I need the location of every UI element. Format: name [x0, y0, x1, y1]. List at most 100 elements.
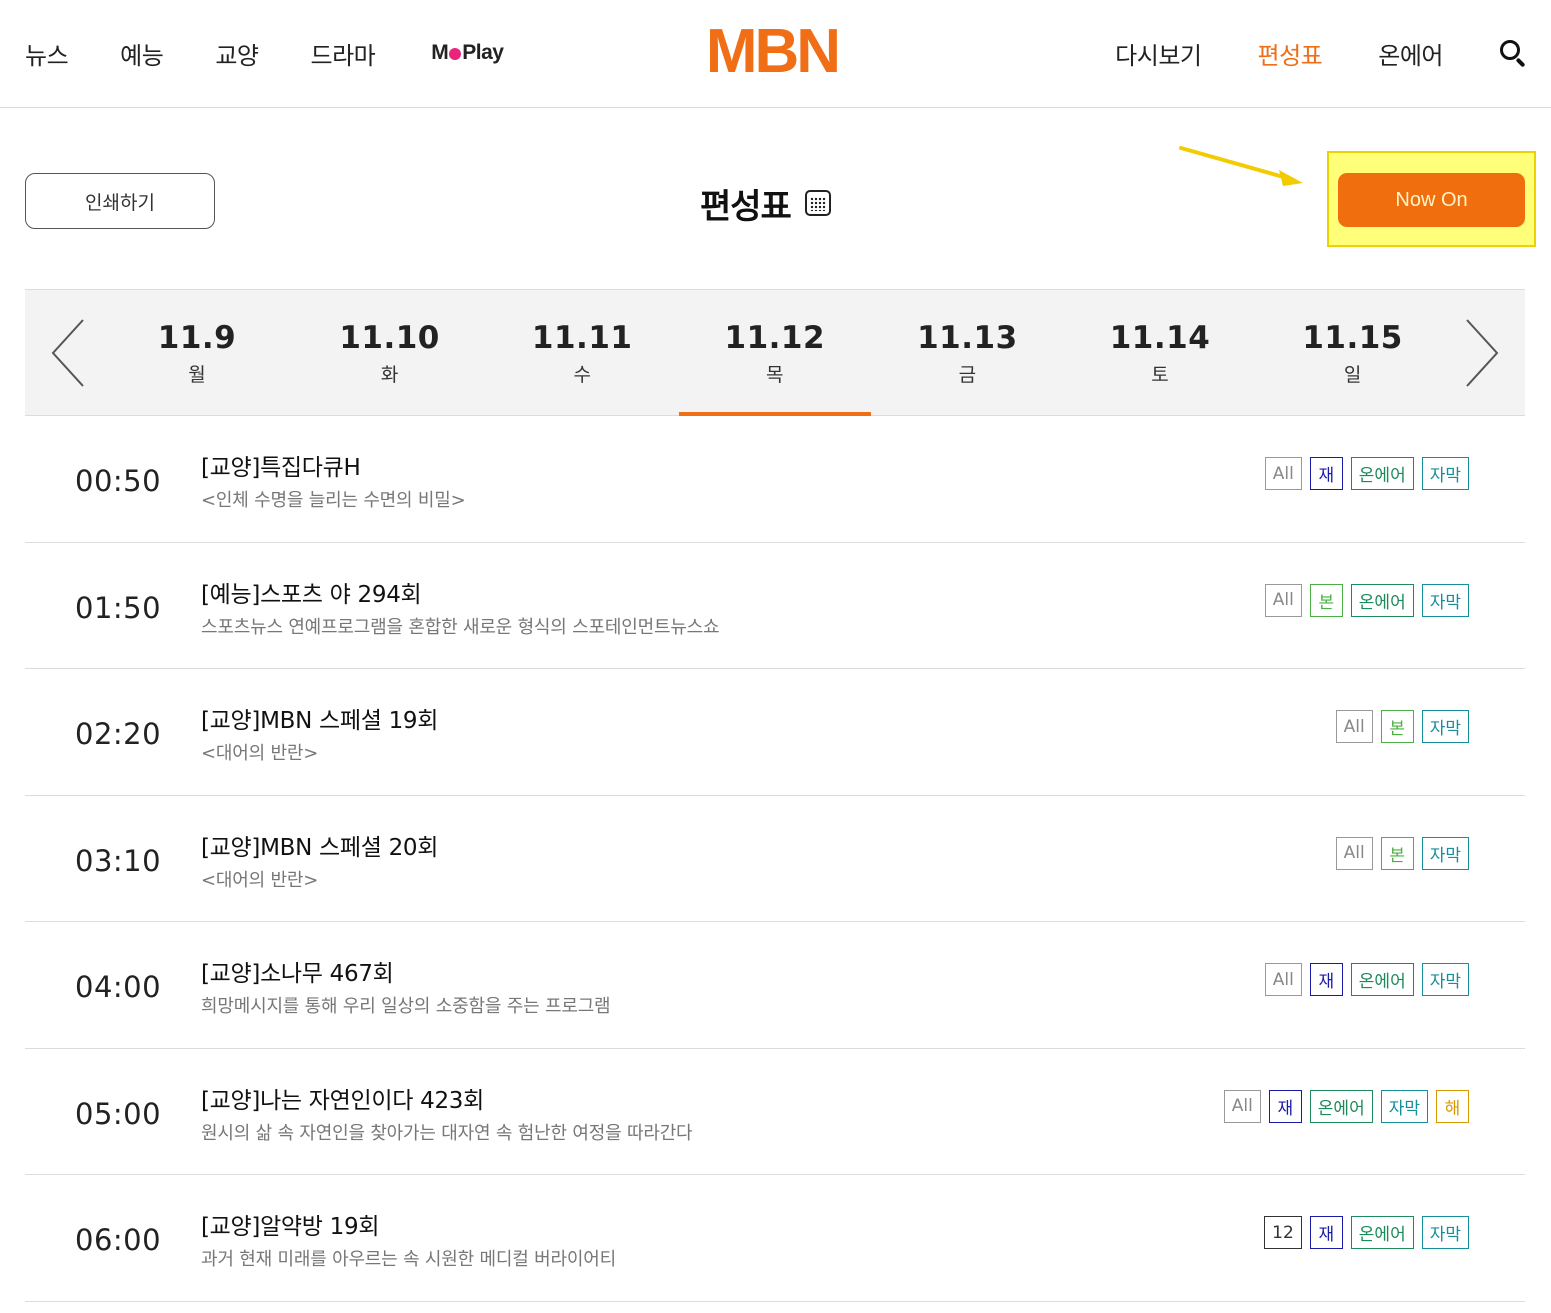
program-title[interactable]: [예능]스포츠 야 294회 — [201, 575, 422, 609]
nav-culture[interactable]: 교양 — [215, 36, 259, 71]
date-value: 11.9 — [157, 320, 237, 356]
search-icon[interactable] — [1499, 39, 1527, 68]
badge-expl: 해 — [1436, 1089, 1469, 1123]
program-description: <대어의 반란> — [201, 743, 319, 764]
badge-all: All — [1335, 836, 1373, 870]
badge-orig: 본 — [1309, 583, 1343, 617]
nav-schedule[interactable]: 편성표 — [1258, 36, 1323, 71]
site-header: 뉴스 예능 교양 드라마 M Play MBN 다시보기 편성표 온에어 — [0, 0, 1551, 108]
program-title[interactable]: [교양]나는 자연인이다 423회 — [201, 1081, 484, 1115]
program-description: 스포츠뉴스 연예프로그램을 혼합한 새로운 형식의 스포테인먼트뉴스쇼 — [201, 616, 720, 638]
page-title-wrap: 편성표 — [700, 178, 831, 228]
date-weekday: 목 — [766, 364, 784, 386]
badge-onair: 온에어 — [1350, 1216, 1414, 1249]
date-weekday: 수 — [573, 364, 591, 386]
date-value: 11.10 — [339, 320, 440, 356]
page-title: 편성표 — [700, 186, 792, 227]
schedule-row[interactable]: 05:00 [교양]나는 자연인이다 423회 원시의 삶 속 자연인을 찾아가는 … — [25, 1049, 1525, 1175]
program-time: 00:50 — [75, 464, 162, 498]
print-button[interactable]: 인쇄하기 — [25, 173, 215, 229]
date-value: 11.15 — [1302, 320, 1403, 356]
schedule-row[interactable]: 04:00 [교양]소나무 467회희망메시지를 통해 우리 일상의 소중함을 주… — [25, 922, 1525, 1049]
badge-all: All — [1264, 457, 1302, 490]
badge-onair: 온에어 — [1350, 583, 1414, 617]
date-weekday: 토 — [1151, 364, 1169, 386]
date-bar: 11.9 월 11.10 화 11.11 수 11.12 목 11.13 금 11.14 토 11.15… — [25, 289, 1525, 416]
annotation-arrow-icon — [1179, 146, 1303, 186]
badge-all: All — [1335, 710, 1373, 743]
program-description: 희망메시지를 통해 우리 일상의 소중함을 주는 프로그램 — [201, 996, 611, 1017]
schedule-row[interactable]: 01:50 [예능]스포츠 야 294회 스포츠뉴스 연예프로그램을 혼합한 새로운… — [25, 543, 1525, 669]
badge-sub: 자막 — [1421, 457, 1469, 490]
date-value: 11.14 — [1109, 320, 1211, 356]
program-badges: All 재 온에어 자막 해 — [1223, 1089, 1469, 1123]
date-item-11.11[interactable]: 11.11 수 — [486, 290, 678, 416]
badge-sub: 자막 — [1421, 1216, 1469, 1249]
badge-sub: 자막 — [1421, 583, 1469, 617]
badge-rating: 12 — [1264, 1216, 1302, 1249]
program-title[interactable]: [교양]특집다큐H — [201, 448, 361, 482]
nav-moplay[interactable]: M Play — [431, 41, 504, 65]
date-item-11.13[interactable]: 11.13 금 — [871, 290, 1063, 416]
date-item-11.12[interactable]: 11.12 목 — [678, 290, 871, 416]
badge-re: 재 — [1309, 457, 1343, 490]
program-badges: All 재 온에어 자막 — [1264, 963, 1469, 996]
schedule-row[interactable]: 00:50 [교양]특집다큐H <인체 수명을 늘리는 수면의 비밀> All 재 온에어… — [25, 416, 1525, 543]
program-time: 03:10 — [75, 843, 162, 878]
moplay-logo-post: Play — [462, 41, 504, 64]
schedule-row[interactable]: 02:20 [교양]MBN 스페셜 19회 <대어의 반란> All 본 자막 — [25, 669, 1525, 796]
date-item-11.9[interactable]: 11.9 월 — [101, 290, 293, 416]
badge-re: 재 — [1268, 1089, 1302, 1123]
nav-drama[interactable]: 드라마 — [311, 36, 376, 71]
date-item-11.10[interactable]: 11.10 화 — [294, 290, 486, 416]
program-description: 원시의 삶 속 자연인을 찾아가는 대자연 속 험난한 여정을 따라간다 — [201, 1122, 693, 1144]
schedule-row[interactable]: 03:10 [교양]MBN 스페셜 20회 <대어의 반란> All 본 자막 — [25, 796, 1525, 922]
now-on-button[interactable]: Now On — [1338, 173, 1525, 227]
date-value: 11.13 — [917, 320, 1018, 356]
date-item-11.15[interactable]: 11.15 일 — [1257, 290, 1449, 416]
logo-text: MBN — [705, 17, 841, 86]
nav-entertainment[interactable]: 예능 — [120, 36, 164, 71]
badge-sub: 자막 — [1421, 710, 1469, 743]
nav-news[interactable]: 뉴스 — [25, 36, 69, 71]
program-description: <인체 수명을 늘리는 수면의 비밀> — [201, 490, 466, 511]
program-badges: All 본 온에어 자막 — [1264, 583, 1469, 617]
badge-re: 재 — [1309, 963, 1343, 996]
program-description: 과거 현재 미래를 아우르는 속 시원한 메디컬 버라이어티 — [201, 1249, 616, 1270]
program-title[interactable]: [교양]MBN 스페셜 20회 — [201, 828, 438, 862]
nav-right: 다시보기 편성표 온에어 — [1059, 30, 1527, 76]
moplay-play-icon — [449, 48, 462, 60]
moplay-logo-pre: M — [431, 41, 449, 64]
badge-sub: 자막 — [1421, 963, 1469, 996]
schedule-row[interactable]: 06:00 [교양]알약방 19회 과거 현재 미래를 아우르는 속 시원한 메디컬… — [25, 1175, 1525, 1302]
badge-sub: 자막 — [1421, 836, 1469, 870]
badge-onair: 온에어 — [1350, 963, 1414, 996]
badge-onair: 온에어 — [1309, 1089, 1373, 1123]
program-time: 04:00 — [75, 970, 162, 1004]
nav-left: 뉴스 예능 교양 드라마 M Play — [25, 30, 504, 76]
badge-all: All — [1264, 583, 1302, 617]
program-time: 02:20 — [75, 717, 162, 751]
program-badges: All 본 자막 — [1335, 710, 1469, 743]
date-weekday: 금 — [958, 364, 977, 386]
program-title[interactable]: [교양]소나무 467회 — [201, 954, 394, 988]
badge-orig: 본 — [1380, 710, 1414, 743]
badge-sub: 자막 — [1380, 1089, 1428, 1123]
badge-all: All — [1264, 963, 1302, 996]
date-weekday: 화 — [380, 364, 399, 386]
program-title[interactable]: [교양]알약방 19회 — [201, 1207, 379, 1241]
nav-onair[interactable]: 온에어 — [1378, 36, 1443, 71]
schedule-list: 00:50 [교양]특집다큐H <인체 수명을 늘리는 수면의 비밀> All 재 온에어… — [25, 416, 1525, 1302]
date-weekday: 월 — [188, 364, 206, 386]
nav-replay[interactable]: 다시보기 — [1115, 36, 1202, 71]
program-description: <대어의 반란> — [201, 869, 319, 891]
calendar-icon[interactable] — [804, 190, 831, 216]
program-badges: All 본 자막 — [1335, 836, 1469, 870]
chevron-right-icon[interactable] — [1457, 318, 1501, 388]
badge-onair: 온에어 — [1350, 457, 1414, 490]
date-item-11.14[interactable]: 11.14 토 — [1064, 290, 1256, 416]
program-title[interactable]: [교양]MBN 스페셜 19회 — [201, 701, 438, 735]
chevron-left-icon[interactable] — [49, 318, 93, 388]
mbn-logo[interactable]: MBN — [692, 17, 852, 86]
badge-re: 재 — [1309, 1216, 1343, 1249]
